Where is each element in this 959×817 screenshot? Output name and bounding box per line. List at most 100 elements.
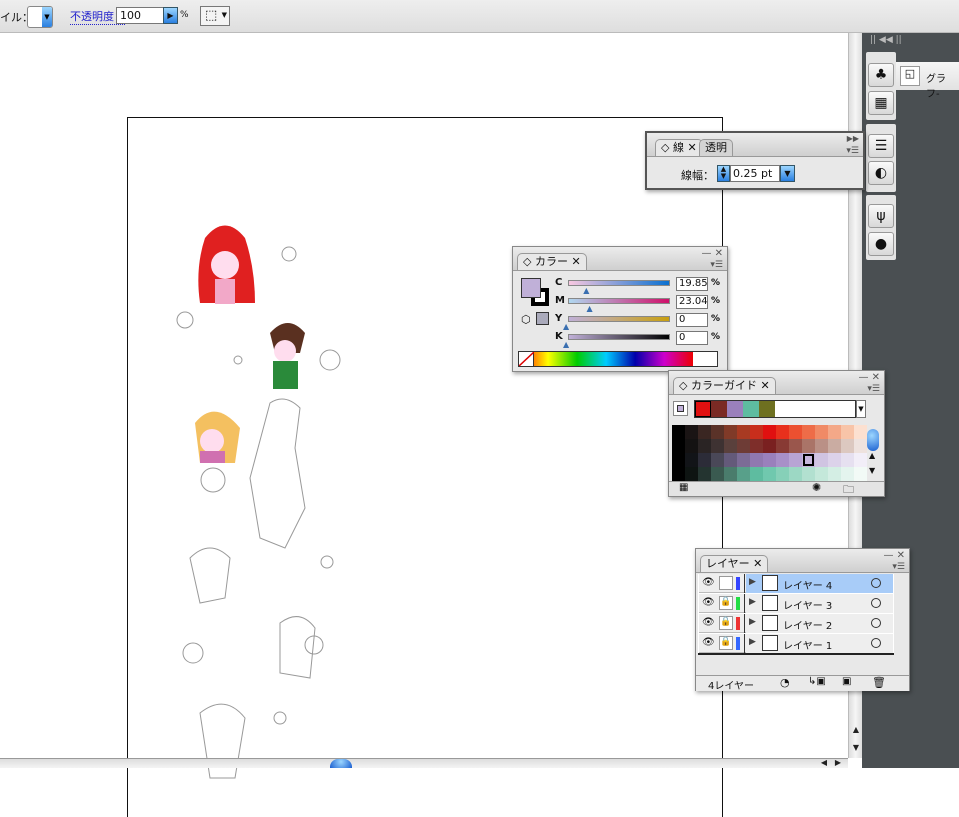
visibility-eye-icon[interactable]: 👁: [702, 597, 717, 609]
guide-color-swatch[interactable]: [841, 453, 854, 467]
brushes-icon[interactable]: ψ: [868, 204, 894, 228]
panel-menu-icon[interactable]: ▾☰: [892, 562, 905, 572]
slider-handle[interactable]: ▲: [587, 304, 593, 313]
guide-color-swatch[interactable]: [698, 439, 711, 453]
style-swatch-dropdown[interactable]: ▼: [27, 6, 53, 28]
channel-slider[interactable]: [568, 298, 670, 304]
lock-icon[interactable]: 🔒: [719, 636, 733, 650]
guide-color-swatch[interactable]: [776, 425, 789, 439]
scroll-up-arrow-icon[interactable]: ▲: [869, 451, 875, 460]
channel-value-input[interactable]: 0: [676, 313, 708, 327]
graphic-styles-panel-button[interactable]: ◱ グラフ-: [896, 62, 959, 100]
horizontal-scrollbar[interactable]: [0, 758, 848, 768]
guide-color-swatch[interactable]: [789, 467, 802, 481]
layer-name[interactable]: レイヤー 2: [783, 617, 832, 632]
transparency-circles-icon[interactable]: ◐: [868, 161, 894, 185]
create-sublayer-icon[interactable]: ↳▣: [808, 676, 826, 687]
tab-stroke[interactable]: ◇ 線 ✕: [655, 139, 703, 156]
guide-color-swatch[interactable]: [698, 467, 711, 481]
delete-layer-trash-icon[interactable]: 🗑: [872, 676, 886, 689]
guide-color-swatch[interactable]: [724, 453, 737, 467]
guide-color-swatch[interactable]: [828, 467, 841, 481]
scroll-down-arrow-icon[interactable]: ▼: [850, 743, 862, 752]
lock-icon[interactable]: 🔒: [719, 616, 733, 630]
isolate-tool-button[interactable]: ⬚ ▼: [200, 6, 230, 26]
guide-color-swatch[interactable]: [724, 439, 737, 453]
harmony-rules-bar[interactable]: [694, 400, 856, 418]
layer-row[interactable]: 👁 🔒 ▶ レイヤー 1: [699, 634, 893, 653]
color-spectrum-bar[interactable]: [518, 351, 718, 367]
harmony-swatch[interactable]: [695, 401, 711, 417]
tab-layers[interactable]: レイヤー ✕: [700, 555, 769, 572]
expand-triangle-icon[interactable]: ▶: [749, 597, 756, 607]
channel-slider[interactable]: [568, 334, 670, 340]
guide-color-swatch[interactable]: [815, 425, 828, 439]
lock-icon[interactable]: 🔒: [719, 596, 733, 610]
guide-color-swatch[interactable]: [685, 425, 698, 439]
edit-colors-wheel-icon[interactable]: ✺: [812, 481, 821, 494]
new-layer-icon[interactable]: ▣: [842, 676, 851, 687]
save-to-swatches-folder-icon[interactable]: 🗀: [843, 481, 854, 500]
channel-value-input[interactable]: 0: [676, 331, 708, 345]
opacity-slider-button[interactable]: ▶: [163, 7, 178, 24]
guide-color-swatch[interactable]: [763, 467, 776, 481]
layer-name[interactable]: レイヤー 4: [783, 577, 832, 592]
grid-options-icon[interactable]: ▦: [679, 482, 688, 493]
target-circle-icon[interactable]: [871, 578, 881, 588]
lock-toggle[interactable]: [719, 576, 733, 590]
guide-color-swatch[interactable]: [685, 453, 698, 467]
guide-color-swatch[interactable]: [828, 453, 841, 467]
panel-minimize-close-icon[interactable]: — ✕: [858, 372, 880, 383]
panel-menu-icon[interactable]: ▾☰: [867, 384, 880, 394]
guide-color-swatch[interactable]: [724, 467, 737, 481]
guide-color-swatch[interactable]: [802, 439, 815, 453]
guide-color-swatch[interactable]: [854, 439, 867, 453]
guide-color-swatch[interactable]: [828, 425, 841, 439]
guide-color-swatch[interactable]: [711, 425, 724, 439]
guide-color-swatch[interactable]: [854, 453, 867, 467]
visibility-eye-icon[interactable]: 👁: [702, 577, 717, 589]
collapse-dock-icon[interactable]: || ◀◀ ||: [870, 35, 902, 45]
web-safe-swatch[interactable]: [536, 312, 549, 325]
expand-triangle-icon[interactable]: ▶: [749, 577, 756, 587]
layer-name[interactable]: レイヤー 3: [783, 597, 832, 612]
fill-swatch[interactable]: [521, 278, 541, 298]
guide-color-swatch[interactable]: [750, 467, 763, 481]
guide-color-swatch[interactable]: [841, 425, 854, 439]
none-color-icon[interactable]: [518, 351, 535, 367]
visibility-eye-icon[interactable]: 👁: [702, 617, 717, 629]
guide-color-swatch[interactable]: [789, 453, 802, 467]
panel-minimize-close-icon[interactable]: — ✕: [883, 550, 905, 561]
guide-color-swatch[interactable]: [698, 425, 711, 439]
layer-row[interactable]: 👁 🔒 ▶ レイヤー 2: [699, 614, 893, 633]
target-circle-icon[interactable]: [871, 638, 881, 648]
stroke-weight-dropdown[interactable]: ▼: [780, 165, 795, 182]
guide-color-swatch[interactable]: [763, 439, 776, 453]
slider-handle[interactable]: ▲: [563, 322, 569, 331]
guide-color-swatch[interactable]: [750, 439, 763, 453]
scroll-right-arrow-icon[interactable]: ▶: [832, 758, 844, 767]
harmony-swatch[interactable]: [743, 401, 759, 417]
guide-color-swatch[interactable]: [763, 425, 776, 439]
guide-color-swatch[interactable]: [828, 439, 841, 453]
guide-color-swatch[interactable]: [711, 439, 724, 453]
guide-color-swatch[interactable]: [737, 439, 750, 453]
make-clipping-mask-icon[interactable]: ◔: [780, 676, 790, 689]
expand-icon[interactable]: ▶▶: [847, 134, 859, 143]
slider-handle[interactable]: ▲: [583, 286, 589, 295]
stroke-lines-icon[interactable]: ☰: [868, 134, 894, 158]
scroll-up-arrow-icon[interactable]: ▲: [850, 725, 862, 734]
graph-grid-icon[interactable]: ▦: [868, 91, 894, 115]
guide-color-swatch[interactable]: [685, 439, 698, 453]
guide-color-swatch[interactable]: [672, 453, 685, 467]
guide-color-swatch[interactable]: [711, 453, 724, 467]
guide-color-swatch[interactable]: [776, 439, 789, 453]
tab-transparency[interactable]: 透明: [699, 139, 733, 156]
guide-color-swatch[interactable]: [854, 425, 867, 439]
guide-color-swatch[interactable]: [815, 453, 828, 467]
panel-menu-icon[interactable]: ▾☰: [710, 260, 723, 270]
expand-triangle-icon[interactable]: ▶: [749, 637, 756, 647]
channel-slider[interactable]: [568, 316, 670, 322]
channel-value-input[interactable]: 23.04: [676, 295, 708, 309]
guide-color-swatch[interactable]: [672, 425, 685, 439]
